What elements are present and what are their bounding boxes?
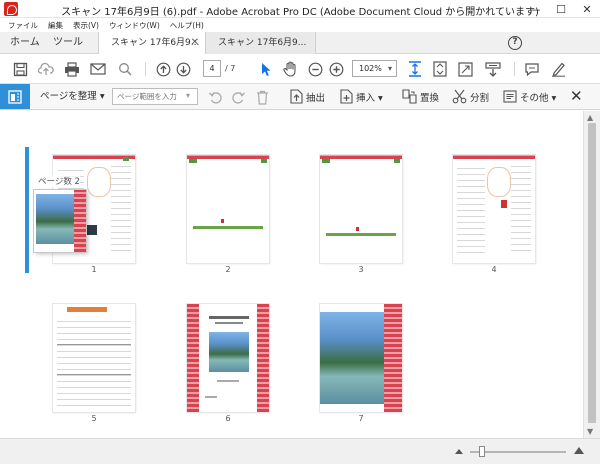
fit-page-icon[interactable]	[407, 61, 423, 77]
page-number-label: 3	[358, 265, 364, 274]
status-bar	[0, 438, 600, 464]
document-tab-label: スキャン 17年6月9...	[218, 38, 307, 48]
insert-label: 挿入 ▾	[356, 92, 383, 104]
menu-edit[interactable]: 編集	[48, 20, 63, 31]
scroll-up-icon[interactable]: ▲	[587, 113, 593, 122]
zoom-out-icon[interactable]	[307, 61, 323, 77]
help-icon[interactable]: ?	[508, 36, 522, 50]
menu-bar: ファイル 編集 表示(V) ウィンドウ(W) ヘルプ(H)	[0, 18, 600, 32]
page-thumbnail-3[interactable]	[320, 155, 402, 263]
dragged-page-preview[interactable]	[34, 190, 86, 252]
save-icon[interactable]	[12, 61, 28, 77]
organize-pages-menu[interactable]: ページを整理 ▾	[40, 84, 105, 109]
menu-window[interactable]: ウィンドウ(W)	[109, 20, 160, 31]
minimize-button[interactable]: —	[522, 0, 548, 18]
page-number-label: 5	[91, 414, 97, 423]
pen-icon[interactable]	[550, 61, 566, 77]
more-options-label: その他 ▾	[520, 92, 557, 104]
insertion-marker	[25, 147, 29, 273]
tab-home[interactable]: ホーム	[10, 32, 40, 54]
maximize-button[interactable]: ☐	[548, 0, 574, 18]
close-tab-icon[interactable]: ✕	[191, 32, 199, 54]
document-tab-active[interactable]: スキャン 17年6月9... ✕	[98, 32, 206, 54]
split-label: 分割	[470, 92, 490, 104]
page-number-input[interactable]: 4	[203, 60, 221, 77]
email-icon[interactable]	[90, 61, 106, 77]
delete-icon[interactable]	[256, 89, 269, 105]
document-tab[interactable]: スキャン 17年6月9...	[206, 32, 316, 54]
slider-handle[interactable]	[479, 446, 485, 457]
page-thumbnail-7[interactable]	[320, 304, 402, 412]
toolbar-divider	[145, 62, 146, 76]
page-thumbnail-6[interactable]	[187, 304, 269, 412]
select-cursor-icon[interactable]	[258, 61, 274, 77]
small-thumbnail-icon[interactable]	[455, 449, 463, 454]
page-thumbnail-4[interactable]	[453, 155, 535, 263]
page-number-label: 2	[225, 265, 231, 274]
scroll-down-icon[interactable]: ▼	[587, 427, 593, 436]
rotate-left-icon[interactable]	[208, 89, 223, 105]
large-thumbnail-icon[interactable]	[574, 447, 584, 454]
next-page-icon[interactable]	[175, 61, 191, 77]
cloud-upload-icon[interactable]	[38, 61, 54, 77]
organize-pages-toolbar: ページを整理 ▾ ▾ 抽出 挿入 ▾ 置換 分割 その他 ▾ ✕	[0, 84, 600, 110]
page-total-label: / 7	[225, 64, 236, 73]
tab-bar: ホーム ツール スキャン 17年6月9... ✕ スキャン 17年6月9... …	[0, 32, 600, 54]
menu-file[interactable]: ファイル	[8, 20, 38, 31]
main-toolbar: 4 / 7 102%	[0, 54, 600, 84]
previous-page-icon[interactable]	[155, 61, 171, 77]
zoom-select[interactable]: 102%	[352, 60, 397, 77]
toolbar-divider	[514, 62, 515, 76]
menu-view[interactable]: 表示(V)	[73, 20, 99, 31]
scroll-mode-icon[interactable]	[432, 61, 448, 77]
extract-button[interactable]: 抽出	[290, 84, 325, 109]
page-thumbnail-2[interactable]	[187, 155, 269, 263]
full-screen-icon[interactable]	[457, 61, 473, 77]
vertical-scrollbar[interactable]: ▲ ▼	[583, 111, 600, 438]
chevron-down-icon[interactable]: ▾	[186, 91, 190, 100]
split-button[interactable]: 分割	[452, 84, 489, 109]
zoom-in-icon[interactable]	[328, 61, 344, 77]
replace-button[interactable]: 置換	[402, 84, 439, 109]
comment-icon[interactable]	[524, 61, 540, 77]
menu-help[interactable]: ヘルプ(H)	[170, 20, 204, 31]
document-tab-label: スキャン 17年6月9...	[111, 38, 200, 48]
more-options-button[interactable]: その他 ▾	[503, 84, 556, 109]
insert-button[interactable]: 挿入 ▾	[340, 84, 383, 109]
extract-label: 抽出	[306, 92, 326, 104]
search-icon[interactable]	[117, 61, 133, 77]
scroll-thumb[interactable]	[588, 123, 596, 423]
page-thumbnail-5[interactable]	[53, 304, 135, 412]
rotate-right-icon[interactable]	[231, 89, 246, 105]
title-bar: スキャン 17年6月9日 (6).pdf - Adobe Acrobat Pro…	[0, 0, 600, 18]
read-mode-icon[interactable]	[485, 61, 501, 77]
hand-tool-icon[interactable]	[282, 61, 298, 77]
replace-label: 置換	[420, 92, 440, 104]
close-window-button[interactable]: ✕	[574, 0, 600, 18]
page-number-label: 6	[225, 414, 231, 423]
page-number-label: 7	[358, 414, 364, 423]
page-number-label: 4	[491, 265, 497, 274]
print-icon[interactable]	[64, 61, 80, 77]
drag-page-count: ページ数 2	[38, 175, 80, 187]
page-thumbnails-icon[interactable]	[0, 84, 30, 109]
tab-tools[interactable]: ツール	[53, 32, 83, 54]
page-number-label: 1	[91, 265, 97, 274]
close-organize-icon[interactable]: ✕	[570, 87, 583, 105]
window-title: スキャン 17年6月9日 (6).pdf - Adobe Acrobat Pro…	[61, 7, 539, 18]
